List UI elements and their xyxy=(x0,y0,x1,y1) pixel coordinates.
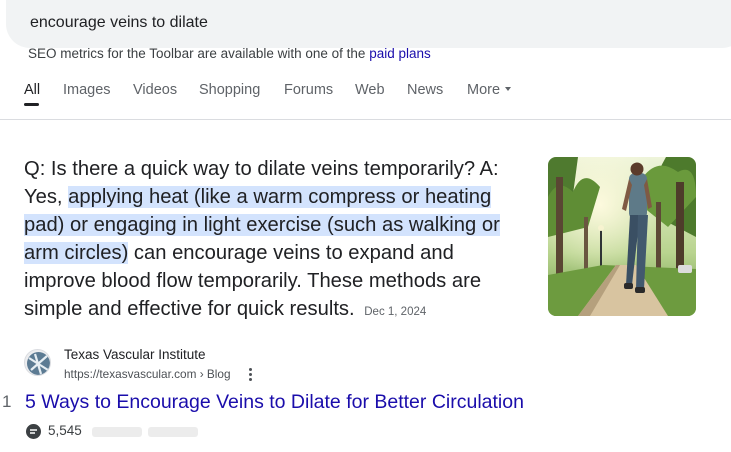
caret-down-icon xyxy=(505,87,512,91)
more-dot xyxy=(249,378,252,381)
tab-more[interactable]: More xyxy=(467,82,512,98)
source-url[interactable]: https://texasvascular.com › Blog xyxy=(64,367,231,381)
metric-count: 5,545 xyxy=(48,423,82,438)
tab-more-label: More xyxy=(467,82,501,98)
more-dot xyxy=(249,373,252,376)
thumbnail-illustration xyxy=(548,157,696,316)
seo-metric-icon xyxy=(25,423,42,440)
vein-logo-icon xyxy=(27,352,50,375)
seo-note-text: SEO metrics for the Toolbar are availabl… xyxy=(28,46,370,61)
featured-snippet-text: Q: Is there a quick way to dilate veins … xyxy=(24,155,529,326)
seo-toolbar-note: SEO metrics for the Toolbar are availabl… xyxy=(28,46,431,61)
person-walking-park-image[interactable] xyxy=(548,157,696,316)
tab-shopping[interactable]: Shopping xyxy=(199,82,260,98)
source-name[interactable]: Texas Vascular Institute xyxy=(64,347,206,362)
snippet-date: Dec 1, 2024 xyxy=(364,306,427,318)
tab-all[interactable]: All xyxy=(24,82,41,106)
search-bar[interactable] xyxy=(6,0,731,48)
result-title-link[interactable]: 5 Ways to Encourage Veins to Dilate for … xyxy=(25,391,524,414)
tab-web[interactable]: Web xyxy=(355,82,385,98)
tab-images[interactable]: Images xyxy=(63,82,111,98)
metric-placeholder xyxy=(92,427,142,437)
metric-glyph xyxy=(26,424,41,439)
more-dot xyxy=(249,368,252,371)
search-input[interactable] xyxy=(30,12,630,34)
tabs-divider xyxy=(0,119,731,120)
metric-placeholder xyxy=(148,427,198,437)
tab-news[interactable]: News xyxy=(407,82,443,98)
paid-plans-link[interactable]: paid plans xyxy=(369,46,431,61)
tab-all-label: All xyxy=(24,82,41,98)
tab-forums[interactable]: Forums xyxy=(284,82,333,98)
result-rank: 1 xyxy=(2,392,12,411)
active-tab-indicator xyxy=(24,103,39,106)
more-vert-icon[interactable] xyxy=(246,366,256,382)
texas-vascular-logo[interactable] xyxy=(24,349,51,376)
tab-videos[interactable]: Videos xyxy=(133,82,177,98)
